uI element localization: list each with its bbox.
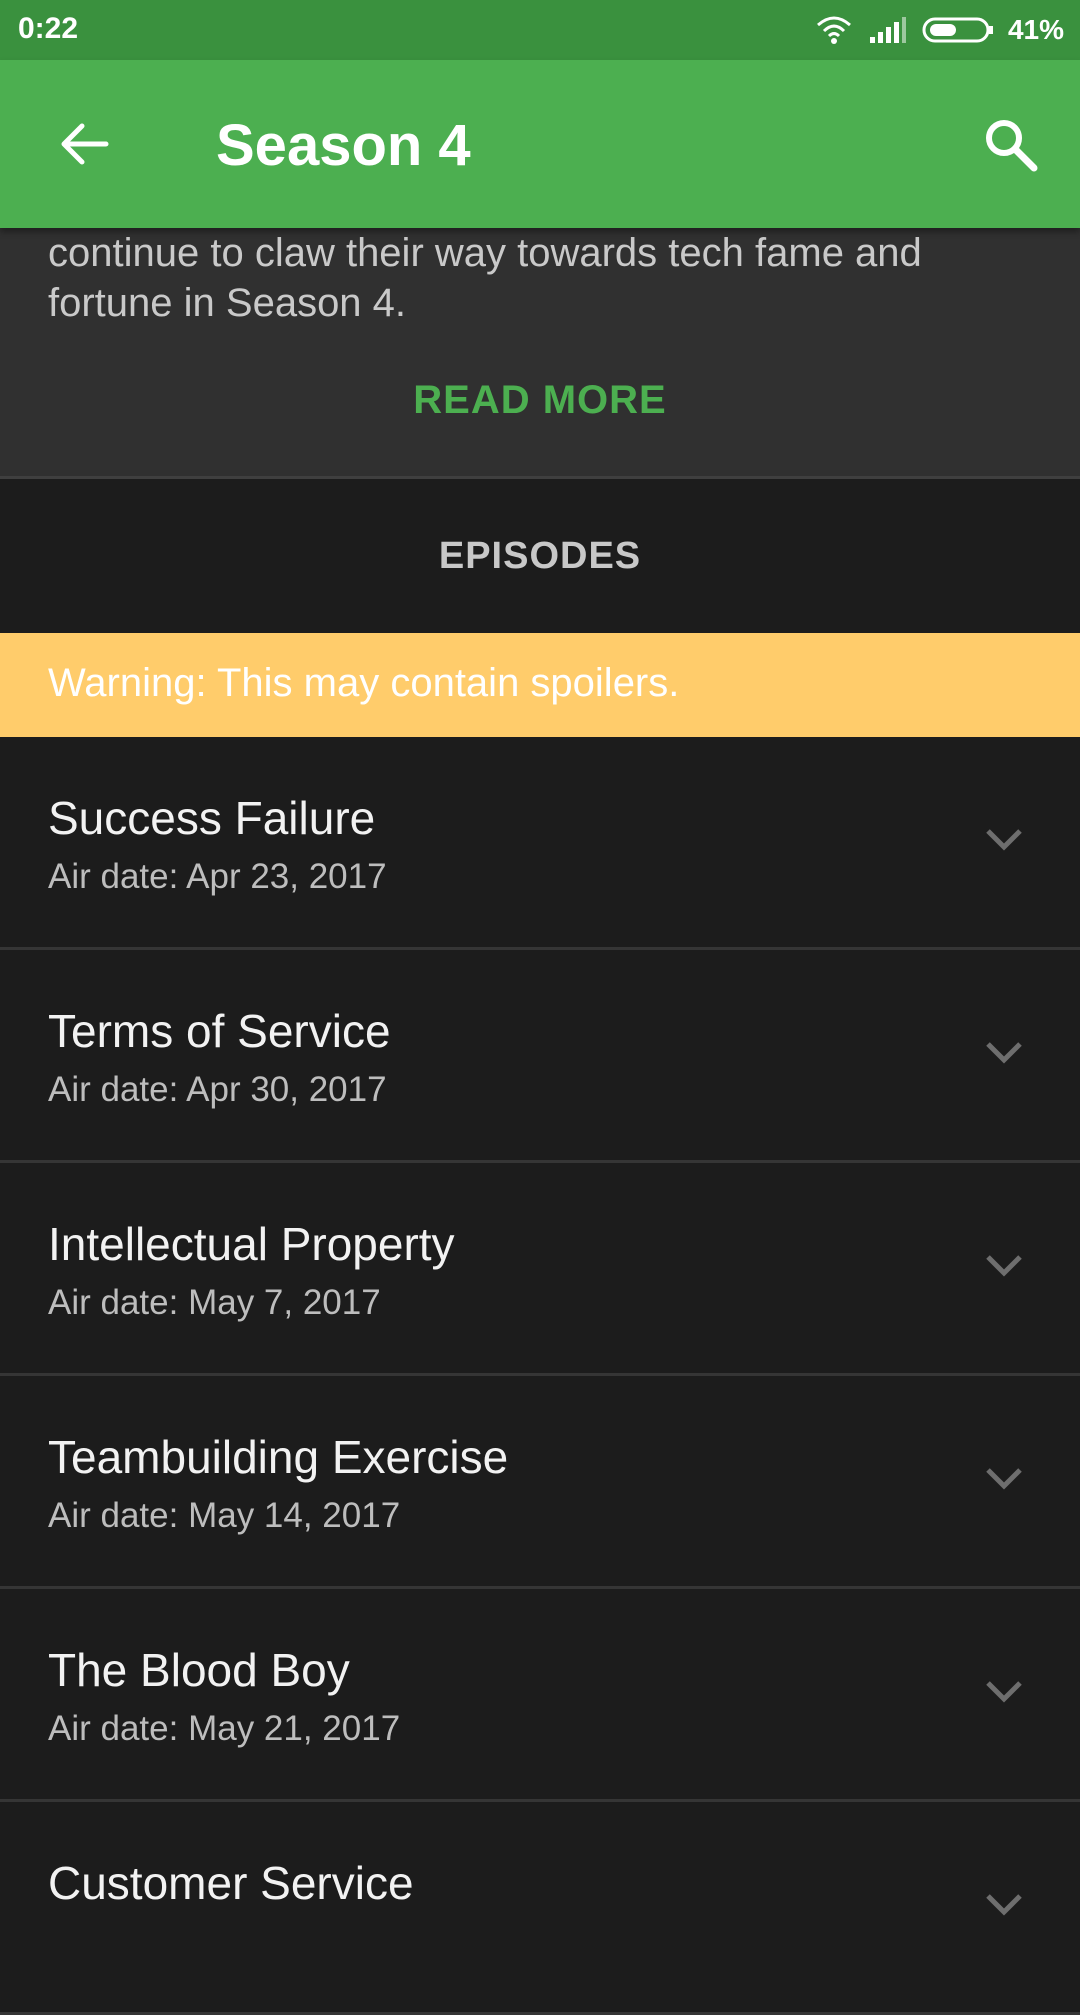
spoiler-warning-text: Warning: This may contain spoilers.: [48, 661, 680, 705]
episode-title: Success Failure: [48, 792, 376, 844]
episode-item[interactable]: The Blood Boy Air date: May 21, 2017: [0, 1589, 1080, 1802]
episode-air-date: Air date: May 7, 2017: [48, 1283, 381, 1322]
episode-title: Customer Service: [48, 1857, 414, 1909]
description-text: continue to claw their way towards tech …: [48, 228, 1038, 328]
episode-item[interactable]: Intellectual Property Air date: May 7, 2…: [0, 1163, 1080, 1376]
description-line-1: continue to claw their way towards tech …: [48, 231, 922, 275]
chevron-down-icon[interactable]: [984, 827, 1024, 853]
read-more-button[interactable]: READ MORE: [0, 378, 1080, 423]
battery-icon: [922, 17, 993, 43]
episode-item[interactable]: Teambuilding Exercise Air date: May 14, …: [0, 1376, 1080, 1589]
chevron-down-icon[interactable]: [984, 1679, 1024, 1705]
episode-air-date: Air date: May 21, 2017: [48, 1709, 401, 1748]
status-icons: 41%: [814, 0, 1064, 60]
description-line-2: fortune in Season 4.: [48, 281, 407, 325]
episode-list: Success Failure Air date: Apr 23, 2017 T…: [0, 737, 1080, 2015]
episodes-header: EPISODES: [0, 479, 1080, 633]
status-time: 0:22: [18, 12, 79, 45]
season-description: continue to claw their way towards tech …: [0, 228, 1080, 479]
episode-air-date: Air date: May 14, 2017: [48, 1496, 401, 1535]
episode-title: Intellectual Property: [48, 1218, 455, 1270]
episode-item[interactable]: Success Failure Air date: Apr 23, 2017: [0, 737, 1080, 950]
page-title: Season 4: [216, 113, 471, 178]
chevron-down-icon[interactable]: [984, 1040, 1024, 1066]
battery-percent: 41%: [1007, 14, 1064, 45]
wifi-icon: [816, 16, 851, 44]
signal-icon: [869, 17, 906, 43]
chevron-down-icon[interactable]: [984, 1466, 1024, 1492]
back-arrow-icon[interactable]: [56, 116, 112, 172]
episode-title: The Blood Boy: [48, 1644, 350, 1696]
episode-item[interactable]: Terms of Service Air date: Apr 30, 2017: [0, 950, 1080, 1163]
status-bar: 0:22 41%: [0, 0, 1080, 60]
episode-item[interactable]: Customer Service: [0, 1802, 1080, 2015]
search-icon[interactable]: [980, 114, 1040, 174]
episode-air-date: Air date: Apr 23, 2017: [48, 857, 387, 896]
episode-title: Teambuilding Exercise: [48, 1431, 509, 1483]
episode-air-date: Air date: Apr 30, 2017: [48, 1070, 387, 1109]
episode-title: Terms of Service: [48, 1005, 391, 1057]
chevron-down-icon[interactable]: [984, 1253, 1024, 1279]
chevron-down-icon[interactable]: [984, 1892, 1024, 1918]
spoiler-warning: Warning: This may contain spoilers.: [0, 633, 1080, 737]
app-bar: Season 4: [0, 60, 1080, 228]
